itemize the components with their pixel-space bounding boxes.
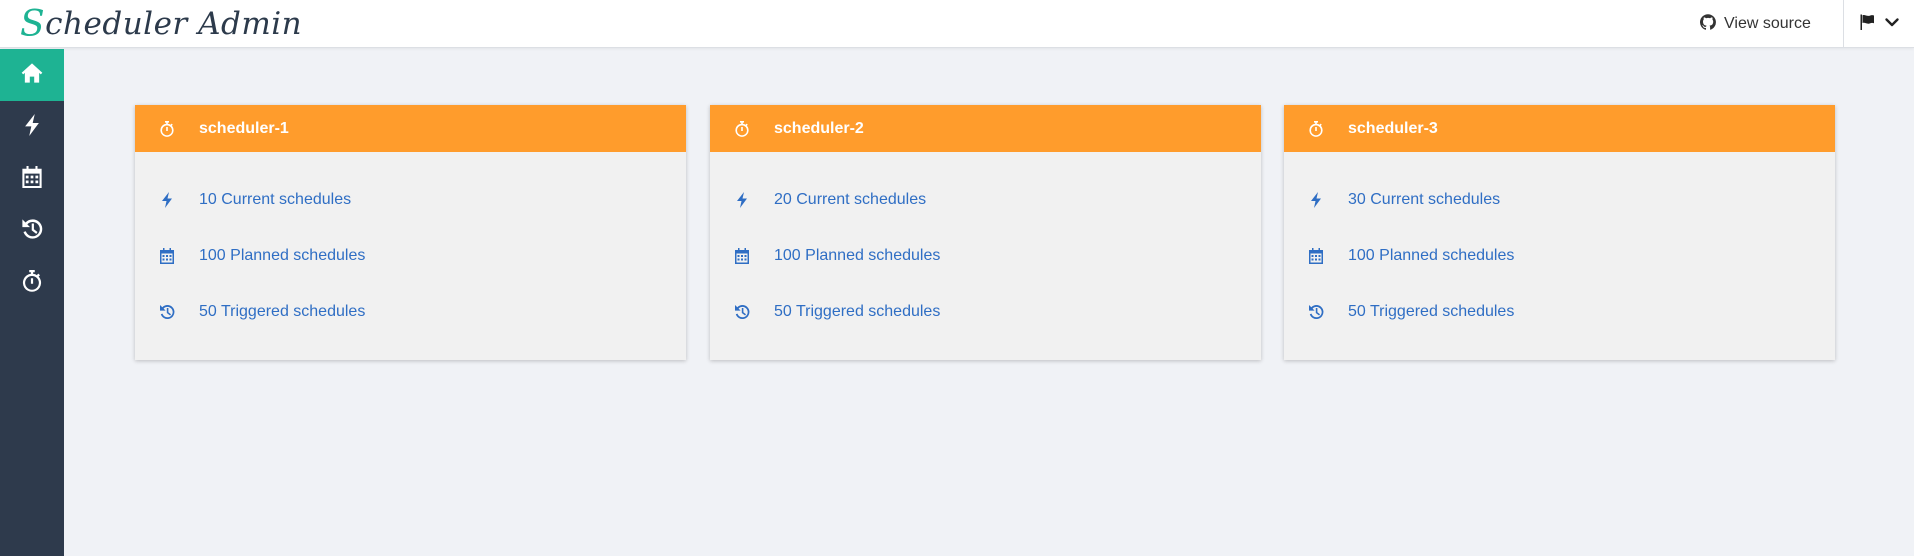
triggered-schedules-row: 50 Triggered schedules xyxy=(135,284,686,340)
view-source-label: View source xyxy=(1724,15,1811,32)
scheduler-name: scheduler-3 xyxy=(1348,119,1438,137)
triggered-schedules-link[interactable]: 50 Triggered schedules xyxy=(1348,303,1514,321)
current-schedules-link[interactable]: 10 Current schedules xyxy=(199,191,351,209)
card-header: scheduler-3 xyxy=(1284,105,1835,152)
card-header: scheduler-2 xyxy=(710,105,1261,152)
history-icon xyxy=(710,304,774,320)
triggered-schedules-row: 50 Triggered schedules xyxy=(1284,284,1835,340)
bolt-icon xyxy=(135,192,199,208)
home-icon xyxy=(21,62,43,89)
stopwatch-icon xyxy=(135,121,199,137)
history-icon xyxy=(21,218,43,245)
sidebar-item-triggered-schedules[interactable] xyxy=(0,205,64,257)
scheduler-name: scheduler-1 xyxy=(199,119,289,137)
sidebar-item-planned-schedules[interactable] xyxy=(0,153,64,205)
sidebar-item-schedulers[interactable] xyxy=(0,257,64,309)
scheduler-name: scheduler-2 xyxy=(774,119,864,137)
calendar-icon xyxy=(21,166,43,193)
calendar-icon xyxy=(135,248,199,264)
history-icon xyxy=(135,304,199,320)
top-navbar: Scheduler Admin View source xyxy=(0,0,1914,48)
planned-schedules-link[interactable]: 100 Planned schedules xyxy=(1348,247,1514,265)
language-dropdown[interactable] xyxy=(1843,0,1914,48)
planned-schedules-row: 100 Planned schedules xyxy=(710,228,1261,284)
history-icon xyxy=(1284,304,1348,320)
planned-schedules-link[interactable]: 100 Planned schedules xyxy=(774,247,940,265)
bolt-icon xyxy=(1284,192,1348,208)
flag-icon xyxy=(1859,14,1875,35)
current-schedules-row: 20 Current schedules xyxy=(710,172,1261,228)
logo-initial: S xyxy=(20,3,46,45)
github-icon xyxy=(1699,13,1716,35)
chevron-down-icon xyxy=(1884,14,1900,35)
scheduler-card: scheduler-1 10 Current schedules 100 Pla… xyxy=(135,105,686,360)
planned-schedules-link[interactable]: 100 Planned schedules xyxy=(199,247,365,265)
bolt-icon xyxy=(21,114,43,141)
triggered-schedules-link[interactable]: 50 Triggered schedules xyxy=(774,303,940,321)
sidebar-item-home[interactable] xyxy=(0,49,64,101)
scheduler-card: scheduler-2 20 Current schedules 100 Pla… xyxy=(710,105,1261,360)
triggered-schedules-link[interactable]: 50 Triggered schedules xyxy=(199,303,365,321)
current-schedules-link[interactable]: 30 Current schedules xyxy=(1348,191,1500,209)
app-logo[interactable]: Scheduler Admin xyxy=(20,2,302,46)
current-schedules-row: 30 Current schedules xyxy=(1284,172,1835,228)
current-schedules-row: 10 Current schedules xyxy=(135,172,686,228)
scheduler-card: scheduler-3 30 Current schedules 100 Pla… xyxy=(1284,105,1835,360)
stopwatch-icon xyxy=(21,270,43,297)
calendar-icon xyxy=(1284,248,1348,264)
calendar-icon xyxy=(710,248,774,264)
view-source-link[interactable]: View source xyxy=(1699,0,1811,48)
sidebar-item-current-schedules[interactable] xyxy=(0,101,64,153)
planned-schedules-row: 100 Planned schedules xyxy=(135,228,686,284)
stopwatch-icon xyxy=(710,121,774,137)
sidebar xyxy=(0,49,64,556)
stopwatch-icon xyxy=(1284,121,1348,137)
planned-schedules-row: 100 Planned schedules xyxy=(1284,228,1835,284)
current-schedules-link[interactable]: 20 Current schedules xyxy=(774,191,926,209)
bolt-icon xyxy=(710,192,774,208)
logo-text: cheduler Admin xyxy=(45,6,303,42)
card-header: scheduler-1 xyxy=(135,105,686,152)
triggered-schedules-row: 50 Triggered schedules xyxy=(710,284,1261,340)
